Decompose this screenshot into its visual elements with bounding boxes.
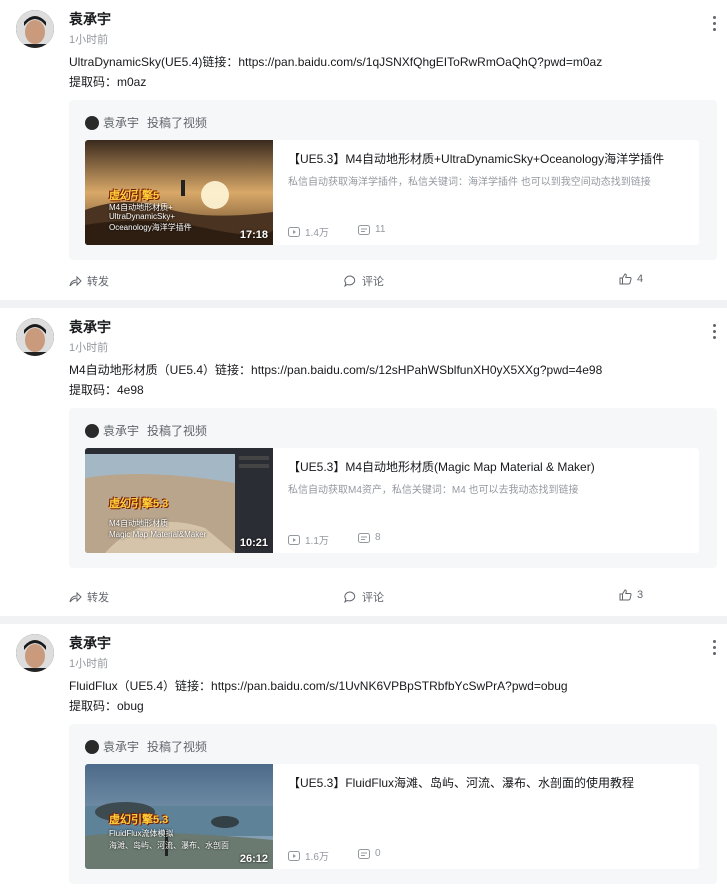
danmaku-count: 8 [375,532,381,543]
post-time[interactable]: 1小时前 [69,655,108,671]
post-code: 提取码：obug [69,699,144,713]
video-thumbnail[interactable]: 虚幻引擎5.3 FluidFlux流体模拟 海滩、岛屿、河流、瀑布、水剖面 26… [85,764,273,869]
post-text: FluidFlux（UE5.4）链接：https://pan.baidu.com… [69,679,568,693]
avatar[interactable] [16,634,54,672]
comment-button[interactable]: 评论 [344,273,384,289]
like-button[interactable]: 4 [619,273,643,285]
repost-card[interactable]: 袁承宇 投稿了视频 虚幻引擎5 M4自动地形材质+ UltraDynamicSk… [69,100,717,260]
author-name[interactable]: 袁承宇 [69,9,111,29]
thumbnail-line: Magic Map Material&Maker [109,530,207,539]
avatar[interactable] [16,10,54,48]
more-icon[interactable] [711,640,717,658]
video-danmaku: 0 [358,848,381,859]
dynamic-feed: 袁承宇 1小时前 UltraDynamicSky(UE5.4)链接：https:… [0,0,727,891]
danmaku-count: 11 [375,224,386,235]
comment-icon [344,275,356,287]
repost-card[interactable]: 袁承宇 投稿了视频 虚幻引擎5.3 M4自动地形材质 Magic Map Mat… [69,408,717,568]
repost-action: 投稿了视频 [147,740,208,754]
post-actions: 转发 评论 3 [69,589,717,609]
forward-button[interactable]: 转发 [69,589,109,605]
comment-button[interactable]: 评论 [344,589,384,605]
video-card[interactable]: 虚幻引擎5.3 M4自动地形材质 Magic Map Material&Make… [85,448,699,553]
author-name[interactable]: 袁承宇 [69,633,111,653]
post-actions: 转发 评论 4 [69,273,717,293]
forward-label: 转发 [87,276,109,288]
like-icon [619,589,632,601]
avatar[interactable] [16,318,54,356]
forward-label: 转发 [87,592,109,604]
repost-avatar[interactable] [85,739,99,754]
repost-author[interactable]: 袁承宇 [103,422,139,439]
video-card[interactable]: 虚幻引擎5 M4自动地形材质+ UltraDynamicSky+ Oceanol… [85,140,699,245]
forward-icon [69,275,82,287]
danmaku-icon [358,224,370,235]
post-time[interactable]: 1小时前 [69,339,108,355]
post-card: 袁承宇 1小时前 M4自动地形材质（UE5.4）链接：https://pan.b… [0,308,727,616]
post-card: 袁承宇 1小时前 UltraDynamicSky(UE5.4)链接：https:… [0,0,727,300]
video-duration: 17:18 [239,229,268,241]
post-text: UltraDynamicSky(UE5.4)链接：https://pan.bai… [69,55,603,69]
like-button[interactable]: 3 [619,589,643,601]
repost-author[interactable]: 袁承宇 [103,738,139,755]
comment-icon [344,591,356,603]
video-views: 1.4万 [288,224,329,239]
video-danmaku: 11 [358,224,385,235]
thumbnail-brand: 虚幻引擎5.3 [109,814,169,826]
video-title[interactable]: 【UE5.3】FluidFlux海滩、岛屿、河流、瀑布、水剖面的使用教程 [288,774,634,791]
repost-avatar[interactable] [85,115,99,130]
video-danmaku: 8 [358,532,381,543]
more-icon[interactable] [711,16,717,34]
video-thumbnail[interactable]: 虚幻引擎5 M4自动地形材质+ UltraDynamicSky+ Oceanol… [85,140,273,245]
video-description: 私信自动获取M4资产，私信关键词：M4 也可以去我动态找到链接 [288,485,579,496]
forward-button[interactable]: 转发 [69,273,109,289]
play-icon [288,226,300,237]
post-time[interactable]: 1小时前 [69,31,108,47]
post-card: 袁承宇 1小时前 FluidFlux（UE5.4）链接：https://pan.… [0,624,727,891]
repost-avatar[interactable] [85,423,99,438]
video-title[interactable]: 【UE5.3】M4自动地形材质(Magic Map Material & Mak… [288,458,595,475]
views-count: 1.4万 [305,228,329,239]
author-name[interactable]: 袁承宇 [69,317,111,337]
comment-label: 评论 [362,276,384,288]
danmaku-count: 0 [375,848,381,859]
repost-header: 袁承宇 投稿了视频 [85,738,207,755]
like-count: 4 [637,273,644,285]
video-views: 1.6万 [288,848,329,863]
thumbnail-brand: 虚幻引擎5.3 [109,498,169,510]
repost-header: 袁承宇 投稿了视频 [85,114,207,131]
views-count: 1.6万 [305,852,329,863]
video-views: 1.1万 [288,532,329,547]
forward-icon [69,591,82,603]
video-duration: 10:21 [239,537,268,549]
thumbnail-brand: 虚幻引擎5 [109,190,160,202]
thumbnail-line: 海滩、岛屿、河流、瀑布、水剖面 [109,841,229,850]
video-duration: 26:12 [239,853,268,865]
video-thumbnail[interactable]: 虚幻引擎5.3 M4自动地形材质 Magic Map Material&Make… [85,448,273,553]
play-icon [288,534,300,545]
play-icon [288,850,300,861]
post-code: 提取码：4e98 [69,383,144,397]
post-code: 提取码：m0az [69,75,147,89]
post-text: M4自动地形材质（UE5.4）链接：https://pan.baidu.com/… [69,363,603,377]
views-count: 1.1万 [305,536,329,547]
repost-action: 投稿了视频 [147,424,208,438]
like-icon [619,273,632,285]
danmaku-icon [358,848,370,859]
repost-author[interactable]: 袁承宇 [103,114,139,131]
thumbnail-line: FluidFlux流体模拟 [109,829,174,838]
more-icon[interactable] [711,324,717,342]
video-description: 私信自动获取海洋学插件，私信关键词：海洋学插件 也可以到我空间动态找到链接 [288,177,651,188]
repost-action: 投稿了视频 [147,116,208,130]
repost-card[interactable]: 袁承宇 投稿了视频 虚幻引擎5.3 FluidFlux流体模拟 海滩、岛屿、河流… [69,724,717,884]
danmaku-icon [358,532,370,543]
repost-header: 袁承宇 投稿了视频 [85,422,207,439]
thumbnail-line: M4自动地形材质 [109,519,169,528]
video-card[interactable]: 虚幻引擎5.3 FluidFlux流体模拟 海滩、岛屿、河流、瀑布、水剖面 26… [85,764,699,869]
thumbnail-line: UltraDynamicSky+ [109,212,176,221]
video-title[interactable]: 【UE5.3】M4自动地形材质+UltraDynamicSky+Oceanolo… [288,150,664,167]
comment-label: 评论 [362,592,384,604]
thumbnail-line: Oceanology海洋学插件 [109,223,192,232]
like-count: 3 [637,589,644,601]
